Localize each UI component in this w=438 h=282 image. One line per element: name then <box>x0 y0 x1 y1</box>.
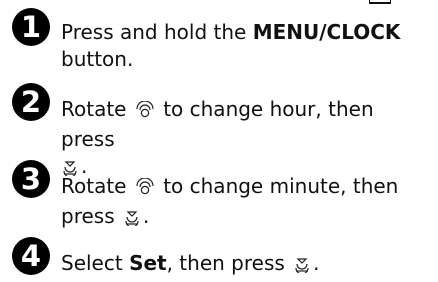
step-number-badge: 3 <box>12 160 50 198</box>
step-text-segment: Press and hold the <box>61 20 253 44</box>
step-number-badge: 4 <box>12 237 50 275</box>
enter-button-icon <box>293 253 311 280</box>
dial-icon <box>135 176 155 203</box>
step-3-text: Rotate to change minute, then press . <box>61 173 431 233</box>
step-text-segment: , then press <box>166 251 292 275</box>
step-1-text: Press and hold the MENU/CLOCK button. <box>61 19 431 73</box>
step-text-segment: Select <box>61 251 130 275</box>
enter-button-icon <box>123 206 141 233</box>
step-text-segment: Rotate <box>61 174 133 198</box>
step-text-segment: Rotate <box>61 97 133 121</box>
page-corner-mark <box>369 0 391 4</box>
step-2-text: Rotate to change hour, then press . <box>61 96 431 183</box>
step-number-badge: 2 <box>12 83 50 121</box>
step-text-segment: button. <box>61 47 134 71</box>
step-4-text: Select Set, then press . <box>61 250 431 280</box>
step-text-segment: . <box>142 204 150 228</box>
step-number-badge: 1 <box>12 8 50 46</box>
dial-icon <box>135 99 155 126</box>
set-option-label: Set <box>129 251 167 275</box>
step-text-segment: . <box>313 251 320 275</box>
menu-clock-button-label: MENU/CLOCK <box>252 20 401 44</box>
